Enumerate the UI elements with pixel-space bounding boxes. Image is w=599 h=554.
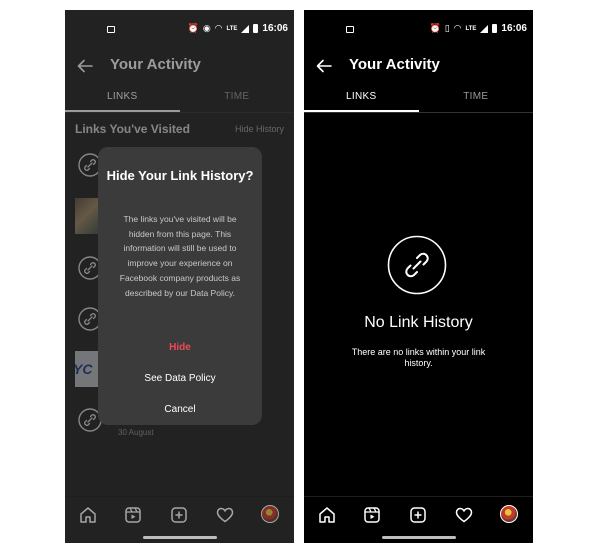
alarm-icon: ⏰ [187, 23, 199, 33]
tab-links[interactable]: LINKS [304, 88, 419, 112]
eye-icon: ◉ [202, 23, 211, 33]
cancel-button[interactable]: Cancel [98, 404, 262, 415]
battery-icon [492, 24, 498, 33]
gallery-notification-icon [107, 26, 115, 33]
home-icon[interactable] [317, 505, 337, 525]
network-type: LTE [465, 25, 477, 32]
app-bar: Your Activity [65, 48, 294, 88]
home-indicator-bar[interactable] [142, 536, 217, 539]
link-icon [387, 235, 447, 295]
tab-links[interactable]: LINKS [65, 88, 180, 112]
back-arrow-icon[interactable] [75, 56, 95, 76]
app-bar: Your Activity [304, 48, 533, 88]
reels-icon[interactable] [362, 505, 382, 525]
create-icon[interactable] [408, 505, 428, 525]
gallery-notification-icon [346, 26, 354, 33]
right-phone-screen: ⏰ ▯ ◠ LTE 16:06 Your Activity LINKS TIME… [304, 10, 533, 543]
page-title: Your Activity [349, 56, 440, 73]
link-date: 30 August [118, 428, 154, 437]
signal-icon [241, 24, 250, 33]
clock: 16:06 [262, 23, 288, 34]
battery-icon [253, 24, 259, 33]
section-header: Links You've Visited Hide History [75, 122, 284, 138]
alarm-icon: ⏰ [429, 23, 441, 33]
vibrate-icon: ▯ [444, 23, 450, 33]
profile-avatar[interactable] [261, 505, 279, 523]
back-arrow-icon[interactable] [314, 56, 334, 76]
home-indicator-bar[interactable] [381, 536, 456, 539]
tab-time[interactable]: TIME [180, 88, 295, 112]
reels-icon[interactable] [123, 505, 143, 525]
dialog-title-text: Hide Your Link History? [106, 168, 254, 183]
empty-state-text: There are no links within your link hist… [351, 347, 486, 368]
bottom-navigation [65, 496, 294, 533]
bottom-navigation [304, 496, 533, 533]
clock: 16:06 [501, 23, 527, 34]
see-data-policy-button[interactable]: See Data Policy [98, 373, 262, 384]
tab-bar: LINKS TIME [65, 88, 294, 113]
empty-state-title: No Link History [364, 314, 473, 331]
hide-button[interactable]: Hide [98, 342, 262, 353]
heart-icon[interactable] [215, 505, 235, 525]
hide-history-link[interactable]: Hide History [235, 124, 284, 134]
status-bar: ⏰ ▯ ◠ LTE 16:06 [304, 10, 533, 48]
tab-bar: LINKS TIME [304, 88, 533, 113]
dialog-body: The links you've visited will be hidden … [119, 214, 241, 298]
banner-logo-mark: YC [75, 361, 93, 377]
create-icon[interactable] [169, 505, 189, 525]
home-icon[interactable] [78, 505, 98, 525]
profile-avatar[interactable] [500, 505, 518, 523]
hotspot-icon: ◠ [453, 23, 462, 33]
network-type: LTE [226, 25, 238, 32]
signal-icon [480, 24, 489, 33]
dialog-title: Hide Your Link History? [98, 167, 262, 184]
section-title: Links You've Visited [75, 122, 190, 136]
heart-icon[interactable] [454, 505, 474, 525]
hotspot-icon: ◠ [214, 23, 223, 33]
hide-history-dialog: Hide Your Link History? The links you've… [98, 147, 262, 425]
left-phone-screen: ⏰ ◉ ◠ LTE 16:06 Your Activity LINKS TIME… [65, 10, 294, 543]
tab-time[interactable]: TIME [419, 88, 534, 112]
status-bar: ⏰ ◉ ◠ LTE 16:06 [65, 10, 294, 48]
page-title: Your Activity [110, 56, 201, 73]
